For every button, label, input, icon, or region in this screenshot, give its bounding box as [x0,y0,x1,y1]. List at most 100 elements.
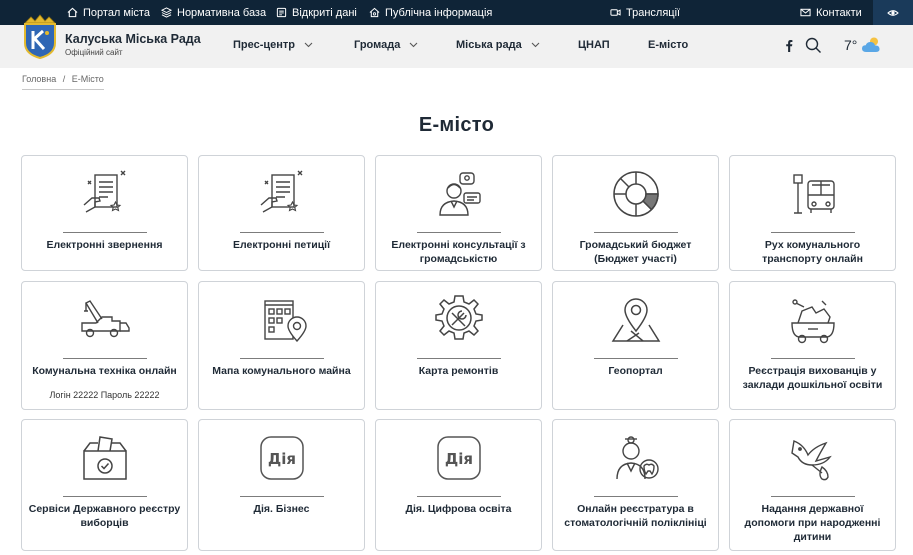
service-card-diia-digital-education[interactable]: Дія Дія. Цифрова освіта [375,419,542,551]
service-card-label: Мапа комунального майна [212,365,351,377]
diia-badge-text: Дія [444,450,472,468]
card-divider [63,358,147,359]
top-link-portal-label: Портал міста [83,6,150,19]
card-divider [417,496,501,497]
search-icon[interactable] [805,37,822,54]
nav-city-council-label: Міська рада [456,39,522,51]
breadcrumb-separator: / [62,74,66,84]
service-card-municipal-property-map[interactable]: Мапа комунального майна [198,281,365,410]
chevron-down-icon [304,42,313,48]
nav-community-label: Громада [354,39,401,51]
document-hand-icon [255,167,309,221]
service-card-birth-assistance[interactable]: Надання державної допомоги при народженн… [729,419,896,551]
nav-cnap[interactable]: ЦНАП [578,39,610,51]
video-camera-icon [610,9,621,16]
layers-icon [161,7,172,18]
top-link-public-info-label: Публічна інформація [385,6,493,19]
card-divider [240,496,324,497]
service-card-dental-registry[interactable]: Онлайн реєстратура в стоматологічній пол… [552,419,719,551]
service-card-municipal-vehicles[interactable]: Комунальна техніка онлайн Логін 22222 Па… [21,281,188,410]
breadcrumb: Головна / Е-Місто [22,74,104,90]
top-link-public-info[interactable]: Публічна інформація [369,0,492,25]
site-title[interactable]: Калуська Міська Рада [65,32,201,46]
stork-icon [786,431,840,485]
facebook-icon[interactable] [785,39,793,52]
city-coat-of-arms-logo[interactable] [21,13,59,59]
top-link-contacts-label: Контакти [816,6,862,19]
service-card-label: Онлайн реєстратура в стоматологічній пол… [564,503,707,529]
toy-car-icon [786,293,840,347]
breadcrumb-current: Е-Місто [71,74,104,84]
site-subtitle: Офіційний сайт [65,48,123,57]
accessibility-button[interactable] [873,0,913,25]
service-card-label: Геопортал [608,365,663,377]
service-card-transport-online[interactable]: Рух комунального транспорту онлайн [729,155,896,271]
service-card-voter-registry[interactable]: Сервіси Державного реєстру виборців [21,419,188,551]
top-link-open-data-label: Відкриті дані [292,6,357,19]
service-card-label: Сервіси Державного реєстру виборців [28,503,181,529]
consultation-icon [432,167,486,221]
chevron-down-icon [409,42,418,48]
card-divider [594,496,678,497]
card-divider [240,232,324,233]
dentist-icon [609,431,663,485]
service-card-label: Електронні консультації з громадськістю [391,239,526,265]
diia-icon: Дія [255,431,309,485]
service-card-label: Дія. Бізнес [253,503,310,515]
nav-city-council[interactable]: Міська рада [456,39,540,51]
nav-press-center[interactable]: Прес-центр [233,39,313,51]
service-card-label: Комунальна техніка онлайн [32,365,177,377]
mail-icon [800,8,811,17]
top-bar: Портал міста Нормативна база Відкриті да… [0,0,913,25]
card-divider [63,496,147,497]
diia-icon: Дія [432,431,486,485]
card-divider [594,232,678,233]
nav-e-city[interactable]: Е-місто [648,39,688,51]
cloud-weather-icon [862,37,880,52]
service-card-geoportal[interactable]: Геопортал [552,281,719,410]
weather-temperature: 7° [844,36,858,53]
top-link-contacts[interactable]: Контакти [800,0,862,25]
service-card-label: Реєстрація вихованців у заклади дошкільн… [742,365,883,391]
service-card-note: Логін 22222 Пароль 22222 [49,390,160,400]
service-card-participatory-budget[interactable]: Громадський бюджет (Бюджет участі) [552,155,719,271]
card-divider [240,358,324,359]
service-card-label: Дія. Цифрова освіта [405,503,512,515]
service-card-label: Громадський бюджет (Бюджет участі) [579,239,692,265]
crane-truck-icon [78,293,132,347]
service-card-label: Надання державної допомоги при народженн… [744,503,881,543]
service-card-diia-business[interactable]: Дія Дія. Бізнес [198,419,365,551]
service-card-e-consultations[interactable]: Електронні консультації з громадськістю [375,155,542,271]
card-divider [594,358,678,359]
page-title: Е-місто [418,114,495,136]
service-card-e-appeals[interactable]: Електронні звернення [21,155,188,271]
service-card-e-petitions[interactable]: Електронні петиції [198,155,365,271]
top-link-open-data[interactable]: Відкриті дані [276,0,357,25]
service-card-kindergarten-registration[interactable]: Реєстрація вихованців у заклади дошкільн… [729,281,896,410]
home-icon [67,7,78,18]
card-divider [417,232,501,233]
info-home-icon [369,7,380,18]
diia-badge-text: Дія [267,450,295,468]
breadcrumb-home-link[interactable]: Головна [22,74,56,84]
service-card-label: Електронні звернення [46,239,163,251]
bus-stop-icon [786,167,840,221]
service-card-label: Електронні петиції [232,239,331,251]
map-pin-icon [609,293,663,347]
ballot-box-icon [78,431,132,485]
nav-community[interactable]: Громада [354,39,418,51]
repair-gear-icon [432,293,486,347]
card-divider [771,496,855,497]
top-link-broadcasts[interactable]: Трансляції [610,0,680,25]
nav-cnap-label: ЦНАП [578,39,610,51]
top-link-portal[interactable]: Портал міста [67,0,150,25]
pie-chart-icon [609,167,663,221]
top-link-normative[interactable]: Нормативна база [161,0,266,25]
nav-press-center-label: Прес-центр [233,39,296,51]
weather-widget[interactable]: 7° [844,36,883,53]
service-card-repairs-map[interactable]: Карта ремонтів [375,281,542,410]
card-divider [417,358,501,359]
eye-icon [887,9,899,16]
chevron-down-icon [531,42,540,48]
service-card-label: Рух комунального транспорту онлайн [762,239,863,265]
